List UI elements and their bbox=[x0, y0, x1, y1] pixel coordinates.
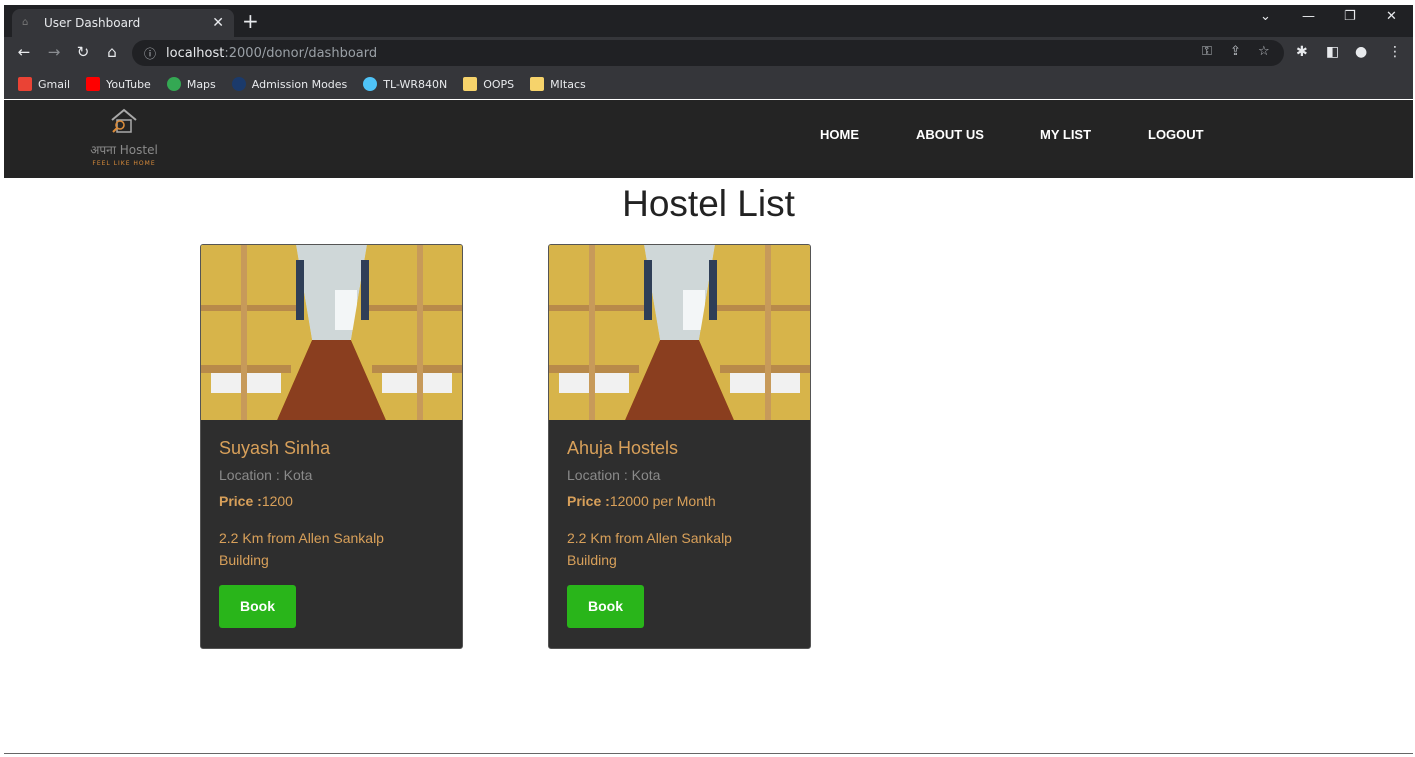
share-icon[interactable]: ⇪ bbox=[1230, 44, 1241, 59]
browser-toolbar: ← → ↻ ⌂ ⓘ localhost :2000/donor/dashboar… bbox=[4, 37, 1413, 69]
hostel-name: Ahuja Hostels bbox=[567, 438, 679, 458]
site-logo[interactable]: अपना Hostel FEEL LIKE HOME bbox=[84, 108, 164, 167]
bookmark-maps[interactable]: Maps bbox=[166, 77, 216, 91]
bookmark-label: Gmail bbox=[38, 77, 71, 91]
nav-logout[interactable]: LOGOUT bbox=[1148, 127, 1204, 142]
close-tab-icon[interactable]: ✕ bbox=[212, 15, 224, 31]
bookmark-label: YouTube bbox=[106, 77, 151, 91]
hostel-card: Ahuja Hostels Location : Kota Price :120… bbox=[548, 244, 811, 649]
tab-title: User Dashboard bbox=[44, 16, 141, 30]
side-panel-icon[interactable]: ◧ bbox=[1326, 44, 1339, 60]
tab-favicon-icon: ⌂ bbox=[22, 17, 29, 28]
page-title: Hostel List bbox=[622, 183, 795, 224]
price-label: Price : bbox=[567, 493, 610, 509]
minimize-icon[interactable]: — bbox=[1302, 9, 1315, 24]
profile-avatar-icon[interactable]: ● bbox=[1355, 44, 1367, 60]
bookmark-admission-modes[interactable]: Admission Modes bbox=[231, 77, 348, 91]
bookmark-tl-wr840n[interactable]: TL-WR840N bbox=[363, 77, 447, 91]
price-value: 1200 bbox=[261, 493, 293, 509]
password-key-icon[interactable]: ⚿ bbox=[1202, 44, 1212, 59]
site-info-icon[interactable]: ⓘ bbox=[144, 45, 156, 62]
footer-divider bbox=[4, 753, 1413, 754]
book-button[interactable]: Book bbox=[567, 585, 644, 628]
url-path: :2000/donor/dashboard bbox=[224, 45, 378, 61]
bookmark-folder-mitacs[interactable]: MItacs bbox=[530, 77, 586, 91]
hostel-photo bbox=[201, 245, 462, 420]
hostel-distance: 2.2 Km from Allen Sankalp Building bbox=[567, 530, 732, 568]
menu-kebab-icon[interactable]: ⋮ bbox=[1388, 44, 1402, 60]
bookmark-label: OOPS bbox=[483, 77, 515, 91]
logo-brand: अपना Hostel bbox=[90, 143, 158, 157]
address-bar[interactable]: ⓘ localhost :2000/donor/dashboard ⚿ ⇪ ☆ bbox=[132, 40, 1284, 66]
home-icon[interactable]: ⌂ bbox=[102, 43, 122, 61]
restore-icon[interactable]: ❐ bbox=[1344, 9, 1356, 24]
youtube-icon bbox=[86, 77, 101, 91]
nav-about-us[interactable]: ABOUT US bbox=[916, 127, 984, 142]
new-tab-icon[interactable]: + bbox=[242, 9, 259, 33]
tplink-icon bbox=[363, 77, 378, 91]
logo-tagline: FEEL LIKE HOME bbox=[92, 160, 156, 167]
maps-icon bbox=[166, 77, 181, 91]
hostel-price: Price :1200 bbox=[219, 493, 444, 509]
url-host: localhost bbox=[166, 45, 225, 61]
bookmark-gmail[interactable]: Gmail bbox=[18, 77, 70, 91]
reload-icon[interactable]: ↻ bbox=[73, 43, 93, 61]
bookmark-label: MItacs bbox=[550, 77, 586, 91]
bookmark-star-icon[interactable]: ☆ bbox=[1258, 44, 1270, 59]
folder-icon bbox=[463, 77, 478, 91]
hostel-card: Suyash Sinha Location : Kota Price :1200… bbox=[200, 244, 463, 649]
hostel-location: Location : Kota bbox=[567, 467, 661, 483]
gmail-icon bbox=[18, 77, 32, 91]
browser-tab[interactable]: ⌂ User Dashboard ✕ bbox=[12, 9, 234, 37]
hostel-name: Suyash Sinha bbox=[219, 438, 331, 458]
bookmark-label: Maps bbox=[186, 77, 216, 91]
extensions-icon[interactable]: ✱ bbox=[1296, 44, 1308, 60]
bookmark-youtube[interactable]: YouTube bbox=[86, 77, 151, 91]
hostel-price: Price :12000 per Month bbox=[567, 493, 792, 509]
close-window-icon[interactable]: ✕ bbox=[1386, 9, 1397, 24]
price-value: 12000 per Month bbox=[609, 493, 716, 509]
price-label: Price : bbox=[219, 493, 262, 509]
nav-home[interactable]: HOME bbox=[820, 127, 859, 142]
book-button[interactable]: Book bbox=[219, 585, 296, 628]
browser-window: ⌂ User Dashboard ✕ + ⌄ — ❐ ✕ ← → ↻ ⌂ ⓘ l… bbox=[4, 5, 1413, 757]
hostel-location: Location : Kota bbox=[219, 467, 313, 483]
bookmark-label: Admission Modes bbox=[251, 77, 348, 91]
folder-icon bbox=[530, 77, 545, 91]
house-icon bbox=[84, 108, 164, 139]
bookmark-folder-oops[interactable]: OOPS bbox=[463, 77, 514, 91]
nav-my-list[interactable]: MY LIST bbox=[1040, 127, 1091, 142]
hostel-photo bbox=[549, 245, 810, 420]
hostel-distance: 2.2 Km from Allen Sankalp Building bbox=[219, 530, 384, 568]
tab-strip: ⌂ User Dashboard ✕ + ⌄ — ❐ ✕ bbox=[4, 5, 1413, 37]
bookmark-label: TL-WR840N bbox=[383, 77, 448, 91]
forward-icon[interactable]: → bbox=[44, 43, 64, 61]
bookmarks-bar: Gmail YouTube Maps Admission Modes TL-WR… bbox=[4, 69, 1413, 99]
back-icon[interactable]: ← bbox=[14, 43, 34, 61]
cloud-icon bbox=[231, 77, 246, 91]
tab-search-icon[interactable]: ⌄ bbox=[1260, 9, 1271, 24]
